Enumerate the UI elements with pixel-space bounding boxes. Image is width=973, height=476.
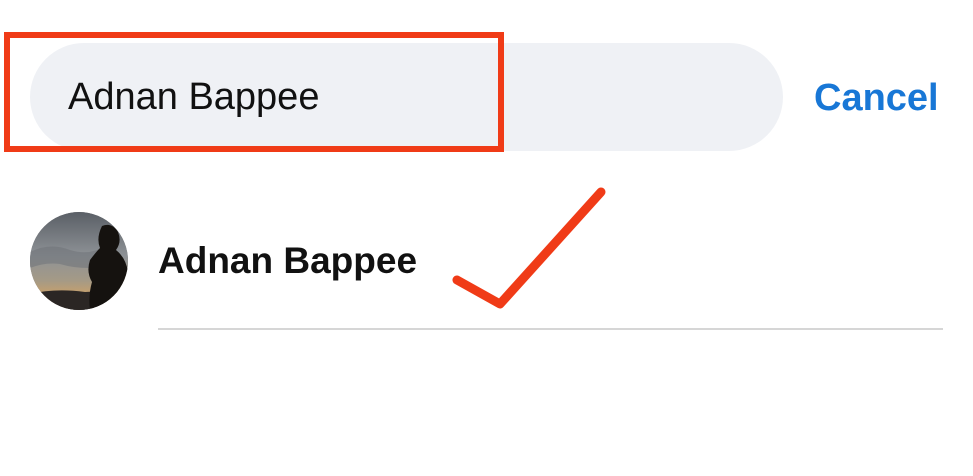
- cancel-button[interactable]: Cancel: [814, 70, 939, 126]
- avatar[interactable]: [30, 212, 128, 310]
- search-input[interactable]: Adnan Bappee: [68, 43, 748, 151]
- search-result-row[interactable]: Adnan Bappee: [0, 195, 973, 330]
- result-divider: [158, 328, 943, 330]
- result-name[interactable]: Adnan Bappee: [158, 235, 417, 287]
- avatar-image: [30, 212, 128, 310]
- search-bar[interactable]: Adnan Bappee: [30, 43, 783, 151]
- search-screen: Adnan Bappee Cancel Adnan Bappee: [0, 0, 973, 476]
